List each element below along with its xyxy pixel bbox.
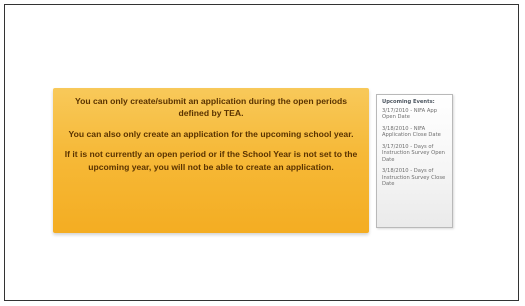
open-period-notice: You can only create/submit an applicatio…: [53, 88, 369, 233]
upcoming-events-panel: Upcoming Events: 3/17/2010 - NIFA App Op…: [376, 94, 453, 228]
screenshot-frame: You can only create/submit an applicatio…: [4, 4, 519, 301]
notice-paragraph-open-periods: You can only create/submit an applicatio…: [74, 96, 347, 119]
event-item-survey-open[interactable]: 3/17/2010 - Days of Instruction Survey O…: [382, 144, 448, 164]
notice-paragraph-upcoming-year: You can also only create an application …: [68, 128, 354, 139]
notice-paragraph-restriction: If it is not currently an open period or…: [64, 149, 358, 172]
event-item-nifa-open[interactable]: 3/17/2010 - NIFA App Open Date: [382, 108, 448, 121]
upcoming-events-title: Upcoming Events:: [382, 99, 435, 105]
event-item-survey-close[interactable]: 3/18/2010 - Days of Instruction Survey C…: [382, 168, 448, 188]
event-item-nifa-close[interactable]: 3/18/2010 - NIFA Application Close Date: [382, 126, 448, 139]
